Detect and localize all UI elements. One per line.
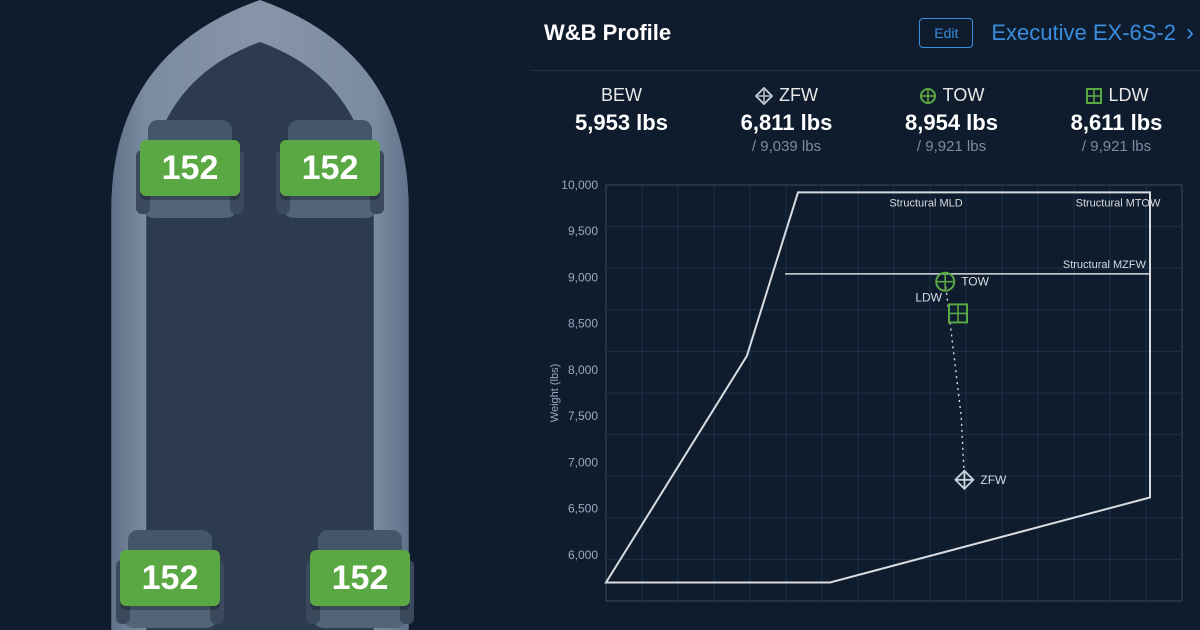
- svg-text:9,000: 9,000: [568, 270, 598, 284]
- svg-text:9,500: 9,500: [568, 224, 598, 238]
- page-title: W&B Profile: [544, 20, 671, 46]
- seat-1L[interactable]: 152: [130, 110, 250, 230]
- wb-envelope-chart: 6,000 6,500 7,000 7,500 8,000 8,500 9,000 9,500…: [544, 173, 1194, 613]
- stat-tow: TOW 8,954 lbs / 9,921 lbs: [874, 85, 1029, 155]
- seat-weight-badge: 152: [140, 140, 240, 196]
- seat-1R[interactable]: 152: [270, 110, 390, 230]
- stat-label-text: TOW: [943, 85, 985, 106]
- stat-max: / 9,921 lbs: [874, 138, 1029, 155]
- svg-text:Weight (lbs): Weight (lbs): [549, 364, 561, 422]
- svg-text:Structural MLD: Structural MLD: [889, 197, 962, 209]
- zfw-marker-icon: [755, 87, 773, 105]
- svg-text:7,000: 7,000: [568, 455, 598, 469]
- svg-text:8,500: 8,500: [568, 317, 598, 331]
- stat-ldw: LDW 8,611 lbs / 9,921 lbs: [1039, 85, 1194, 155]
- svg-text:6,500: 6,500: [568, 502, 598, 516]
- edit-button[interactable]: Edit: [919, 18, 973, 48]
- stat-max: / 9,921 lbs: [1039, 138, 1194, 155]
- seat-2R[interactable]: 152: [300, 520, 420, 630]
- seat-weight-badge: 152: [310, 550, 410, 606]
- seat-weight-badge: 152: [280, 140, 380, 196]
- svg-text:8,000: 8,000: [568, 363, 598, 377]
- wb-panel: W&B Profile Edit Executive EX-6S-2 › BEW…: [520, 0, 1200, 630]
- svg-text:Structural MTOW: Structural MTOW: [1076, 197, 1161, 209]
- svg-text:TOW: TOW: [961, 275, 989, 289]
- tow-marker-icon: [919, 87, 937, 105]
- seat-weight-badge: 152: [120, 550, 220, 606]
- ldw-marker-icon: [1085, 87, 1103, 105]
- svg-text:7,500: 7,500: [568, 409, 598, 423]
- aircraft-selector[interactable]: Executive EX-6S-2 ›: [991, 20, 1194, 46]
- stat-max: / 9,039 lbs: [709, 138, 864, 155]
- stat-value: 5,953 lbs: [544, 110, 699, 136]
- stat-bew: BEW 5,953 lbs: [544, 85, 699, 155]
- stat-value: 6,811 lbs: [709, 110, 864, 136]
- weight-stats-row: BEW 5,953 lbs ZFW 6,811 lbs / 9,039 lbs: [530, 71, 1200, 155]
- seat-2L[interactable]: 152: [110, 520, 230, 630]
- cabin-seat-map: 152 152 152: [0, 0, 520, 630]
- svg-text:Structural MZFW: Structural MZFW: [1063, 259, 1147, 271]
- aircraft-name: Executive EX-6S-2: [991, 20, 1176, 46]
- svg-text:10,000: 10,000: [561, 178, 598, 192]
- svg-text:6,000: 6,000: [568, 548, 598, 562]
- stat-zfw: ZFW 6,811 lbs / 9,039 lbs: [709, 85, 864, 155]
- stat-label-text: LDW: [1109, 85, 1149, 106]
- chevron-right-icon: ›: [1186, 21, 1194, 45]
- svg-text:ZFW: ZFW: [980, 473, 1007, 487]
- svg-text:LDW: LDW: [915, 290, 942, 304]
- stat-value: 8,954 lbs: [874, 110, 1029, 136]
- stat-label-text: ZFW: [779, 85, 818, 106]
- stat-label-text: BEW: [601, 85, 642, 106]
- stat-value: 8,611 lbs: [1039, 110, 1194, 136]
